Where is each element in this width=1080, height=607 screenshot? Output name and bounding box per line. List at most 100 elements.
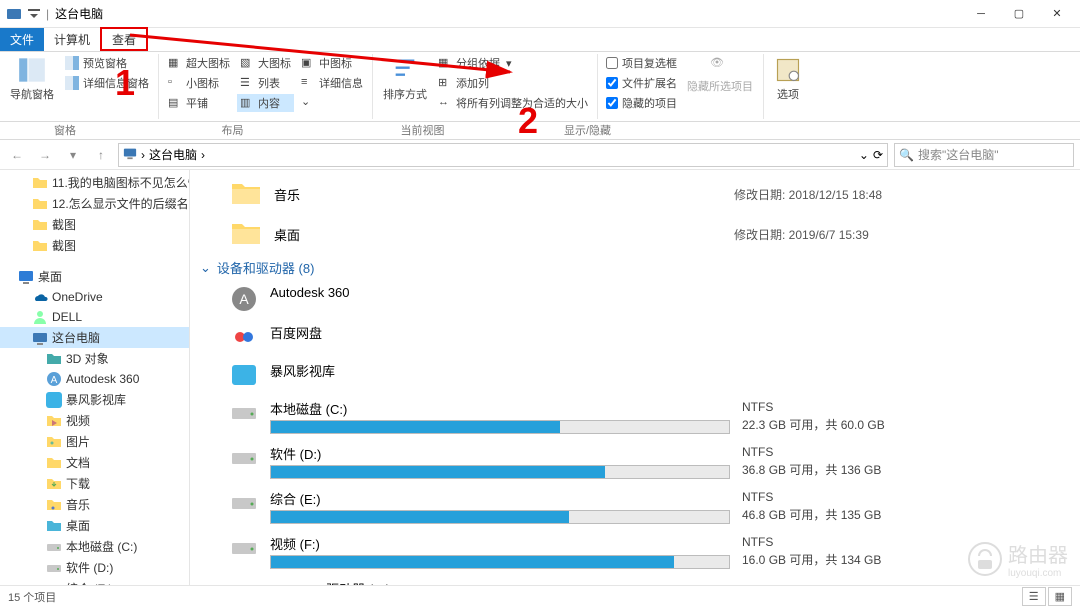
tree-item[interactable]: 视频 [0, 410, 189, 431]
minimize-button[interactable]: ─ [962, 0, 1000, 28]
tree-item[interactable]: 12.怎么显示文件的后缀名 [0, 193, 189, 214]
forward-button[interactable]: → [34, 144, 56, 166]
app-icon: A [230, 285, 258, 313]
app-name: 百度网盘 [270, 323, 730, 342]
app-icon [230, 323, 258, 351]
address-bar: ← → ▾ ↑ › 这台电脑 › ⌄⟳ 🔍 搜索"这台电脑" [0, 140, 1080, 170]
breadcrumb-item[interactable]: 这台电脑 [149, 146, 197, 163]
layout-content[interactable]: ▥内容 [237, 94, 294, 112]
layout-more[interactable]: ⌄ [298, 94, 366, 110]
layout-list[interactable]: ☰列表 [237, 74, 294, 92]
drive-icon [46, 539, 62, 555]
sortby-button[interactable]: 排序方式 [379, 54, 431, 104]
tree-item[interactable]: 软件 (D:) [0, 557, 189, 578]
layout-large[interactable]: ▧大图标 [237, 54, 294, 72]
tree-item[interactable]: 音乐 [0, 494, 189, 515]
tree-item[interactable]: 暴风影视库 [0, 389, 189, 410]
drive-name: 视频 (F:) [270, 534, 730, 553]
preview-pane-button[interactable]: 预览窗格 [62, 54, 152, 72]
tree-item[interactable]: OneDrive [0, 287, 189, 307]
back-button[interactable]: ← [6, 144, 28, 166]
layout-tiles[interactable]: ▤平铺 [165, 94, 233, 112]
history-dropdown[interactable]: ▾ [62, 144, 84, 166]
view-thumbnails-icon[interactable]: ▦ [1048, 587, 1072, 606]
drive-fs: NTFS [742, 400, 885, 414]
folder-date: 修改日期: 2018/12/15 18:48 [734, 186, 882, 203]
layout-extra-large[interactable]: ▦超大图标 [165, 54, 233, 72]
tree-item[interactable]: 桌面 [0, 266, 189, 287]
tree-item[interactable]: 截图 [0, 235, 189, 256]
drive-item[interactable]: 软件 (D:)NTFS36.8 GB 可用，共 136 GB [190, 440, 1080, 485]
check-item-checkboxes[interactable]: 项目复选框 [604, 54, 679, 72]
tree-label: 下载 [66, 475, 90, 492]
tree-item[interactable]: 图片 [0, 431, 189, 452]
folder3d-icon [46, 351, 62, 367]
close-button[interactable]: ✕ [1038, 0, 1076, 28]
tree-item[interactable]: 文档 [0, 452, 189, 473]
tree-item[interactable]: 综合 (E:) [0, 578, 189, 585]
search-input[interactable]: 🔍 搜索"这台电脑" [894, 143, 1074, 167]
tree-item[interactable]: 本地磁盘 (C:) [0, 536, 189, 557]
app-item[interactable]: 百度网盘 [190, 319, 1080, 357]
groupby-button[interactable]: ▦分组依据▾ [435, 54, 591, 72]
dvd-item[interactable]: DVD RW 驱动器 (H:) [190, 575, 1080, 585]
tree-item[interactable]: 桌面 [0, 515, 189, 536]
nav-pane-button[interactable]: 导航窗格 [6, 54, 58, 104]
up-button[interactable]: ↑ [90, 144, 112, 166]
pc-icon [32, 330, 48, 346]
layout-small[interactable]: ▫小图标 [165, 74, 233, 92]
drive-name: 本地磁盘 (C:) [270, 399, 730, 418]
tree-label: 图片 [66, 433, 90, 450]
a360-icon: A [46, 371, 62, 387]
check-hidden-items[interactable]: 隐藏的项目 [604, 94, 679, 112]
tree-item[interactable]: 3D 对象 [0, 348, 189, 369]
folder-icon [32, 238, 48, 254]
tab-computer[interactable]: 计算机 [44, 28, 100, 51]
folder-date: 修改日期: 2019/6/7 15:39 [734, 226, 869, 243]
qat-dropdown-icon[interactable] [26, 6, 42, 22]
breadcrumb[interactable]: › 这台电脑 › ⌄⟳ [118, 143, 888, 167]
folder-item[interactable]: 桌面修改日期: 2019/6/7 15:39 [190, 214, 1080, 254]
app-item[interactable]: AAutodesk 360 [190, 281, 1080, 319]
drive-usage-bar [270, 555, 730, 569]
drive-fs: NTFS [742, 445, 881, 459]
tab-file[interactable]: 文件 [0, 28, 44, 51]
drive-item[interactable]: 视频 (F:)NTFS16.0 GB 可用，共 134 GB [190, 530, 1080, 575]
tree-item[interactable]: 截图 [0, 214, 189, 235]
section-header[interactable]: ⌄设备和驱动器 (8) [190, 254, 1080, 281]
svg-text:A: A [51, 375, 58, 386]
folder-icon [32, 175, 48, 191]
drive-item[interactable]: 综合 (E:)NTFS46.8 GB 可用，共 135 GB [190, 485, 1080, 530]
titlebar: | 这台电脑 ─ ▢ ✕ [0, 0, 1080, 28]
check-file-ext[interactable]: 文件扩展名 [604, 74, 679, 92]
ribbon: 导航窗格 预览窗格 详细信息窗格 ▦超大图标 ▫小图标 ▤平铺 ▧大图标 ☰列表… [0, 52, 1080, 122]
maximize-button[interactable]: ▢ [1000, 0, 1038, 28]
view-details-icon[interactable]: ☰ [1022, 587, 1046, 606]
tree-item[interactable]: DELL [0, 307, 189, 327]
tree-label: 这台电脑 [52, 329, 100, 346]
ribbon-tabs: 文件 计算机 查看 [0, 28, 1080, 52]
drive-usage-bar [270, 420, 730, 434]
tree-item[interactable]: 下载 [0, 473, 189, 494]
tree-label: OneDrive [52, 290, 103, 304]
tab-view[interactable]: 查看 [100, 27, 148, 51]
folder-icon [230, 218, 262, 250]
options-button[interactable]: 选项 [770, 54, 806, 104]
content-pane: 音乐修改日期: 2018/12/15 18:48桌面修改日期: 2019/6/7… [190, 170, 1080, 585]
app-item[interactable]: 暴风影视库 [190, 357, 1080, 395]
refresh-button[interactable]: ⟳ [873, 148, 883, 162]
tree-label: 视频 [66, 412, 90, 429]
layout-medium[interactable]: ▣中图标 [298, 54, 366, 72]
details-pane-button[interactable]: 详细信息窗格 [62, 74, 152, 92]
tree-label: DELL [52, 310, 82, 324]
system-icon [6, 6, 22, 22]
layout-details[interactable]: ≡详细信息 [298, 74, 366, 92]
tree-item[interactable]: 这台电脑 [0, 327, 189, 348]
folder-item[interactable]: 音乐修改日期: 2018/12/15 18:48 [190, 174, 1080, 214]
tree-item[interactable]: 11.我的电脑图标不见怎么恢复 [0, 172, 189, 193]
drive-icon [230, 489, 258, 517]
drive-item[interactable]: 本地磁盘 (C:)NTFS22.3 GB 可用，共 60.0 GB [190, 395, 1080, 440]
tree-item[interactable]: AAutodesk 360 [0, 369, 189, 389]
window-title: 这台电脑 [55, 5, 103, 22]
breadcrumb-chevron[interactable]: ⌄ [859, 148, 869, 162]
